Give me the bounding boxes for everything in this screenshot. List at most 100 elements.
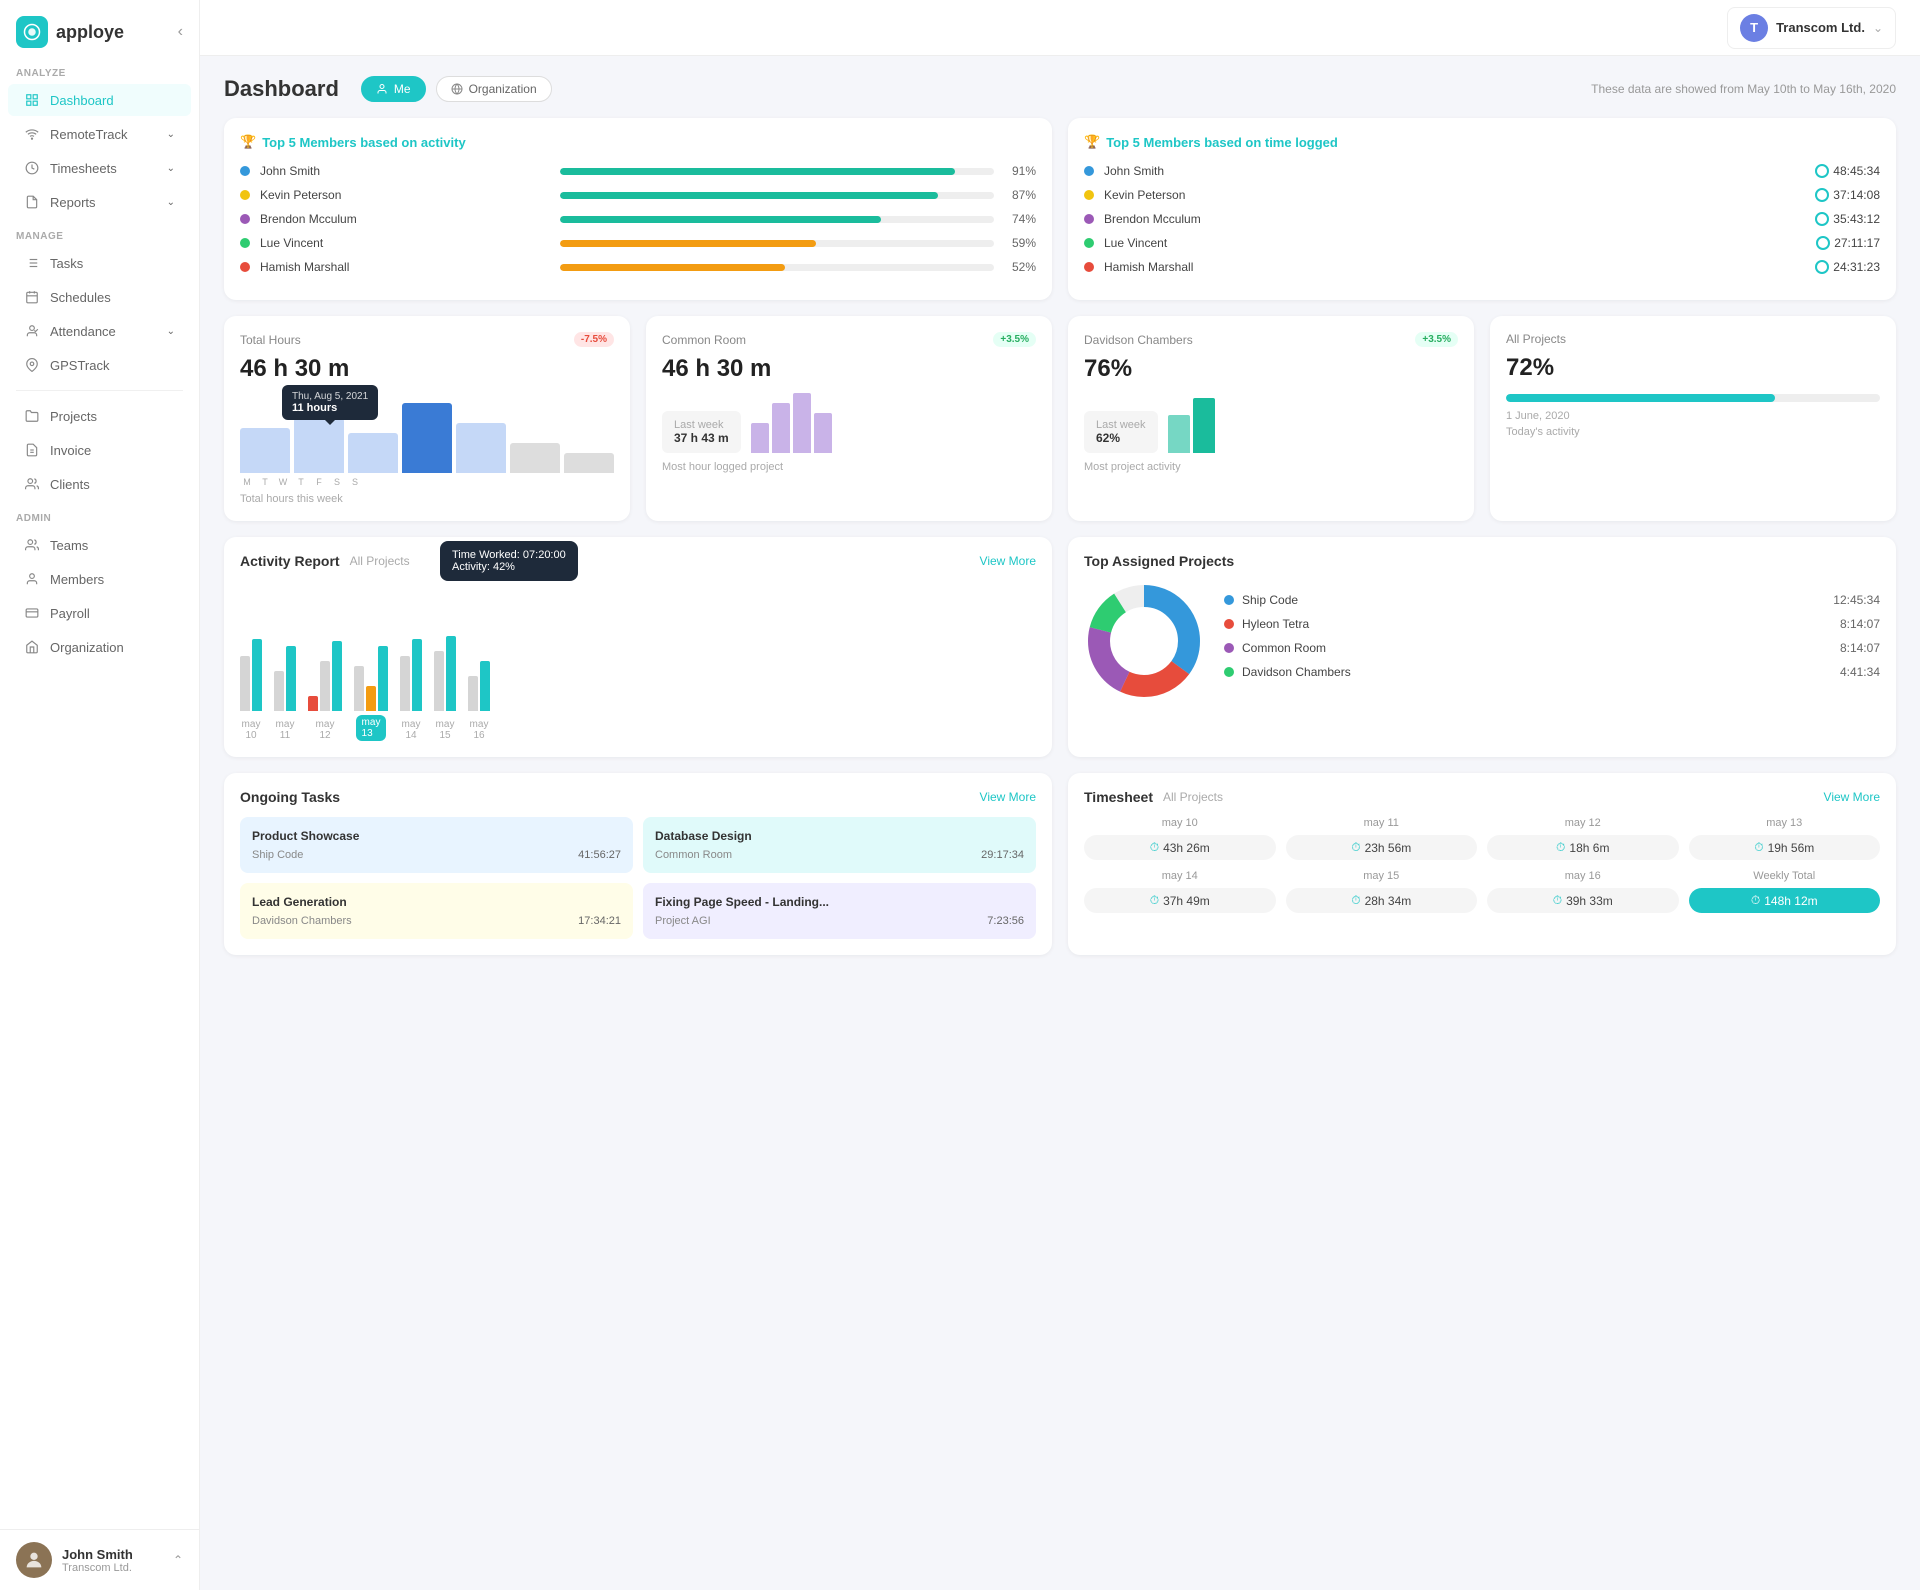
- clock-icon: ⏱: [1150, 840, 1159, 855]
- ongoing-tasks-title: Ongoing Tasks: [240, 789, 340, 805]
- total-hours-value: 46 h 30 m: [240, 355, 614, 383]
- act-bar-may14: may14: [400, 631, 422, 741]
- total-hours-badge: -7.5%: [574, 332, 614, 347]
- calendar-icon: [24, 289, 40, 305]
- tab-organization[interactable]: Organization: [436, 76, 552, 102]
- top-time-title: Top 5 Members based on time logged: [1106, 135, 1338, 150]
- ongoing-tasks-header: Ongoing Tasks View More: [240, 789, 1036, 805]
- dashboard-header: Dashboard Me Organization These data are…: [224, 76, 1896, 102]
- clock-icon: [1815, 164, 1829, 178]
- clients-icon: [24, 476, 40, 492]
- clock-icon: [1815, 188, 1829, 202]
- sidebar-item-dashboard[interactable]: Dashboard: [8, 84, 191, 116]
- sidebar-item-tasks[interactable]: Tasks: [8, 247, 191, 279]
- donut-section: Ship Code 12:45:34 Hyleon Tetra 8:14:07 …: [1084, 581, 1880, 701]
- sidebar-item-label: Schedules: [50, 290, 111, 305]
- mid-section: Activity Report All Projects View More T…: [224, 537, 1896, 757]
- sidebar-item-members[interactable]: Members: [8, 563, 191, 595]
- sidebar-user[interactable]: John Smith Transcom Ltd. ⌃: [0, 1529, 199, 1590]
- org-selector[interactable]: T Transcom Ltd. ⌄: [1727, 7, 1896, 49]
- all-projects-date: 1 June, 2020: [1506, 410, 1880, 422]
- sidebar-divider: [16, 390, 183, 391]
- member-row: John Smith 91%: [240, 164, 1036, 178]
- member-row: Lue Vincent 27:11:17: [1084, 236, 1880, 250]
- timesheet-title: Timesheet: [1084, 789, 1153, 805]
- sidebar-item-label: Tasks: [50, 256, 83, 271]
- ts-may14: may 14 ⏱ 37h 49m: [1084, 870, 1276, 913]
- sidebar-item-clients[interactable]: Clients: [8, 468, 191, 500]
- collapse-button[interactable]: ‹: [178, 23, 183, 41]
- trophy-icon: 🏆: [1084, 134, 1100, 150]
- tasks-view-more[interactable]: View More: [980, 790, 1036, 804]
- all-projects-value: 72%: [1506, 354, 1880, 382]
- wifi-icon: [24, 126, 40, 142]
- clock-icon: ⏱: [1351, 893, 1360, 908]
- ts-may12: may 12 ⏱ 18h 6m: [1487, 817, 1679, 860]
- tooltip-activity: Activity: 42%: [452, 561, 566, 573]
- tooltip-hours: 11 hours: [292, 402, 368, 414]
- donut-legend: Ship Code 12:45:34 Hyleon Tetra 8:14:07 …: [1224, 593, 1880, 689]
- bar-labels: M T W T F S S: [240, 477, 614, 487]
- sidebar-item-schedules[interactable]: Schedules: [8, 281, 191, 313]
- total-hours-sub: Total hours this week: [240, 493, 614, 505]
- sidebar-item-label: Clients: [50, 477, 90, 492]
- sidebar-item-payroll[interactable]: Payroll: [8, 597, 191, 629]
- common-room-badge: +3.5%: [993, 332, 1036, 347]
- legend-davidson: Davidson Chambers 4:41:34: [1224, 665, 1880, 679]
- timesheet-view-more[interactable]: View More: [1824, 790, 1880, 804]
- sidebar-item-invoice[interactable]: Invoice: [8, 434, 191, 466]
- clock-icon: ⏱: [1150, 893, 1159, 908]
- section-admin: Admin: [0, 501, 199, 528]
- member-row: Brendon Mcculum 74%: [240, 212, 1036, 226]
- teams-icon: [24, 537, 40, 553]
- clock-icon: ⏱: [1351, 840, 1360, 855]
- member-row: Lue Vincent 59%: [240, 236, 1036, 250]
- activity-report-header: Activity Report All Projects View More: [240, 553, 1036, 569]
- tooltip-time: Time Worked: 07:20:00: [452, 549, 566, 561]
- trophy-icon: 🏆: [240, 134, 256, 150]
- activity-filter: All Projects: [350, 554, 410, 568]
- activity-view-more[interactable]: View More: [980, 554, 1036, 568]
- all-projects-progress: [1506, 394, 1880, 402]
- list-icon: [24, 255, 40, 271]
- last-week-label: Last week: [674, 419, 729, 431]
- ongoing-tasks-card: Ongoing Tasks View More Product Showcase…: [224, 773, 1052, 955]
- clock-icon: [1816, 236, 1830, 250]
- sidebar-item-reports[interactable]: Reports ⌄: [8, 186, 191, 218]
- ts-may11: may 11 ⏱ 23h 56m: [1286, 817, 1478, 860]
- app-name: apploye: [56, 22, 124, 43]
- top-activity-title: Top 5 Members based on activity: [262, 135, 465, 150]
- member-row: Kevin Peterson 87%: [240, 188, 1036, 202]
- task-card-product-showcase: Product Showcase Ship Code 41:56:27: [240, 817, 633, 873]
- task-card-fixing-page-speed: Fixing Page Speed - Landing... Project A…: [643, 883, 1036, 939]
- ts-may16: may 16 ⏱ 39h 33m: [1487, 870, 1679, 913]
- davidson-badge: +3.5%: [1415, 332, 1458, 347]
- common-room-value: 46 h 30 m: [662, 355, 1036, 383]
- timesheet-card: Timesheet All Projects View More may 10 …: [1068, 773, 1896, 955]
- clock-icon: [1815, 260, 1829, 274]
- sidebar-item-timesheets[interactable]: Timesheets ⌄: [8, 152, 191, 184]
- sidebar-item-organization[interactable]: Organization: [8, 631, 191, 663]
- activity-chart-wrap: Time Worked: 07:20:00 Activity: 42% may1…: [240, 581, 1036, 741]
- davidson-last-week: Last week: [1096, 419, 1146, 431]
- davidson-last-week-val: 62%: [1096, 431, 1146, 445]
- tooltip-box: Thu, Aug 5, 2021 11 hours: [282, 385, 378, 420]
- bottom-section: Ongoing Tasks View More Product Showcase…: [224, 773, 1896, 955]
- common-room-label: Common Room: [662, 333, 746, 347]
- davidson-value: 76%: [1084, 355, 1458, 383]
- sidebar-item-attendance[interactable]: Attendance ⌄: [8, 315, 191, 347]
- grid-icon: [24, 92, 40, 108]
- logo-icon: [16, 16, 48, 48]
- tab-me[interactable]: Me: [361, 76, 426, 102]
- sidebar-item-remotetrack[interactable]: RemoteTrack ⌄: [8, 118, 191, 150]
- topbar: T Transcom Ltd. ⌄: [200, 0, 1920, 56]
- sidebar-item-label: RemoteTrack: [50, 127, 128, 142]
- member-row: John Smith 48:45:34: [1084, 164, 1880, 178]
- sidebar-item-label: Organization: [50, 640, 124, 655]
- sidebar-item-teams[interactable]: Teams: [8, 529, 191, 561]
- clock-icon-white: ⏱: [1751, 893, 1760, 908]
- sidebar-item-projects[interactable]: Projects: [8, 400, 191, 432]
- avatar: [16, 1542, 52, 1578]
- folder-icon: [24, 408, 40, 424]
- sidebar-item-gpstrack[interactable]: GPSTrack: [8, 349, 191, 381]
